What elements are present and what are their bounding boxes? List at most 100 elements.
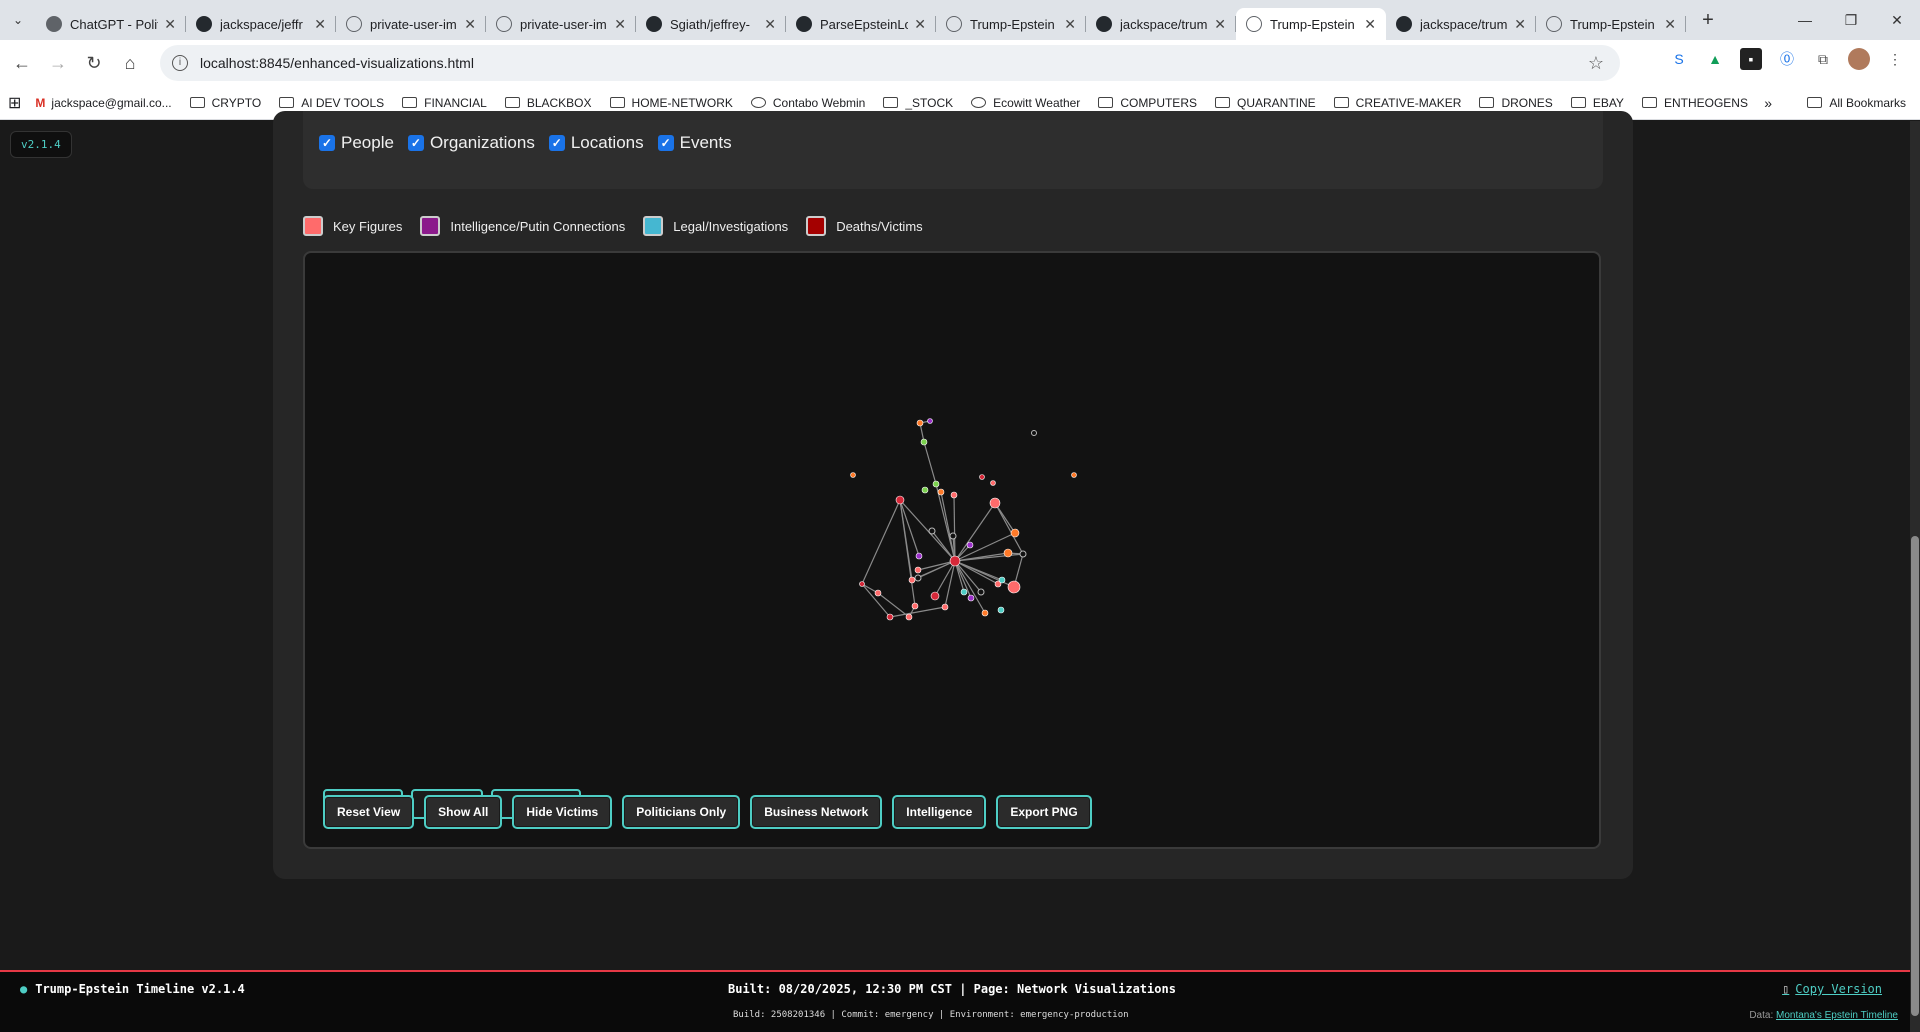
show-all-button[interactable]: Show All xyxy=(424,795,503,829)
tab-close-icon[interactable]: ✕ xyxy=(464,16,476,33)
tab-close-icon[interactable]: ✕ xyxy=(1064,16,1076,33)
page-scrollbar[interactable] xyxy=(1910,121,1920,1032)
home-icon[interactable]: ⌂ xyxy=(112,53,148,74)
graph-node[interactable] xyxy=(920,438,928,446)
bookmark-item[interactable]: QUARANTINE xyxy=(1214,96,1316,110)
filter-events[interactable]: ✓ Events xyxy=(657,133,732,153)
politicians-only-button[interactable]: Politicians Only xyxy=(622,795,741,829)
bookmark-item[interactable]: Contabo Webmin xyxy=(750,96,865,110)
extension-s-icon[interactable]: S xyxy=(1668,48,1690,70)
avatar[interactable] xyxy=(1848,48,1870,70)
tab-search-icon[interactable]: ⌄ xyxy=(0,0,36,40)
graph-node[interactable] xyxy=(1003,548,1013,558)
graph-node[interactable] xyxy=(930,591,940,601)
bookmark-item[interactable]: _STOCK xyxy=(883,96,953,110)
bookmark-item[interactable]: CREATIVE-MAKER xyxy=(1333,96,1461,110)
close-window-icon[interactable]: ✕ xyxy=(1874,0,1920,40)
new-tab-button[interactable]: + xyxy=(1694,9,1722,32)
bookmark-item[interactable]: Mjackspace@gmail.co... xyxy=(35,96,171,110)
copy-version-link[interactable]: ▯ Copy Version xyxy=(1782,982,1882,996)
graph-node[interactable] xyxy=(941,603,949,611)
browser-tab[interactable]: Trump-Epstein ✕ xyxy=(1536,8,1686,40)
graph-node[interactable] xyxy=(937,488,945,496)
bookmark-item[interactable]: Ecowitt Weather xyxy=(971,96,1080,110)
checkbox[interactable]: ✓ xyxy=(657,135,674,151)
browser-tab[interactable]: private-user-im ✕ xyxy=(486,8,636,40)
address-bar[interactable]: i localhost:8845/enhanced-visualizations… xyxy=(160,45,1620,81)
tab-close-icon[interactable]: ✕ xyxy=(1214,16,1226,33)
graph-node[interactable] xyxy=(914,566,922,574)
checkbox[interactable]: ✓ xyxy=(548,135,565,151)
bookmark-item[interactable]: BLACKBOX xyxy=(504,96,592,110)
tab-close-icon[interactable]: ✕ xyxy=(1514,16,1526,33)
minimize-icon[interactable]: — xyxy=(1782,0,1828,40)
tab-close-icon[interactable]: ✕ xyxy=(1664,16,1676,33)
graph-node[interactable] xyxy=(921,486,929,494)
checkbox[interactable]: ✓ xyxy=(407,135,424,151)
menu-kebab-icon[interactable]: ⋮ xyxy=(1884,48,1906,70)
network-graph-svg[interactable] xyxy=(305,253,1601,849)
reset-view-button[interactable]: Reset View xyxy=(323,795,415,829)
tab-close-icon[interactable]: ✕ xyxy=(764,16,776,33)
graph-node[interactable] xyxy=(967,594,975,602)
forward-icon[interactable]: → xyxy=(40,53,76,74)
graph-node[interactable] xyxy=(914,574,922,582)
graph-node[interactable] xyxy=(979,474,985,480)
back-icon[interactable]: ← xyxy=(4,53,40,74)
hide-victims-button[interactable]: Hide Victims xyxy=(512,795,613,829)
bookmark-item[interactable]: ENTHEOGENS xyxy=(1641,96,1748,110)
browser-tab[interactable]: Trump-Epstein ✕ xyxy=(1236,8,1386,40)
graph-node[interactable] xyxy=(932,480,940,488)
graph-node[interactable] xyxy=(981,609,989,617)
bookmark-item[interactable]: DRONES xyxy=(1479,96,1553,110)
bookmark-item[interactable]: CRYPTO xyxy=(189,96,261,110)
graph-node[interactable] xyxy=(911,602,919,610)
browser-tab[interactable]: Trump-Epstein ✕ xyxy=(936,8,1086,40)
graph-node[interactable] xyxy=(1031,430,1037,436)
browser-tab[interactable]: ChatGPT - Polit ✕ xyxy=(36,8,186,40)
browser-tab[interactable]: ParseEpsteinLo ✕ xyxy=(786,8,936,40)
graph-node[interactable] xyxy=(874,589,882,597)
graph-node[interactable] xyxy=(916,419,924,427)
checkbox[interactable]: ✓ xyxy=(319,135,335,151)
graph-node[interactable] xyxy=(949,555,961,567)
graph-node[interactable] xyxy=(997,606,1005,614)
graph-node[interactable] xyxy=(989,497,1001,509)
graph-node[interactable] xyxy=(960,588,968,596)
drive-icon[interactable]: ▲ xyxy=(1704,48,1726,70)
graph-node[interactable] xyxy=(859,581,865,587)
reload-icon[interactable]: ↻ xyxy=(76,53,112,74)
all-bookmarks-button[interactable]: All Bookmarks xyxy=(1807,96,1906,110)
apps-grid-icon[interactable]: ⊞ xyxy=(8,93,21,113)
tab-close-icon[interactable]: ✕ xyxy=(1364,16,1376,33)
password-manager-icon[interactable]: ⓪ xyxy=(1776,48,1798,70)
browser-tab[interactable]: jackspace/jeffr ✕ xyxy=(186,8,336,40)
tab-close-icon[interactable]: ✕ xyxy=(314,16,326,33)
graph-node[interactable] xyxy=(927,418,933,424)
bookmark-item[interactable]: AI DEV TOOLS xyxy=(279,96,384,110)
data-source-link[interactable]: Montana's Epstein Timeline xyxy=(1776,1010,1898,1021)
graph-node[interactable] xyxy=(905,613,913,621)
graph-node[interactable] xyxy=(966,541,974,549)
bookmark-item[interactable]: HOME-NETWORK xyxy=(609,96,733,110)
browser-tab[interactable]: private-user-im ✕ xyxy=(336,8,486,40)
graph-node[interactable] xyxy=(949,532,957,540)
bookmark-star-icon[interactable]: ☆ xyxy=(1588,53,1604,74)
restore-icon[interactable]: ❐ xyxy=(1828,0,1874,40)
graph-node[interactable] xyxy=(950,491,958,499)
bookmark-item[interactable]: COMPUTERS xyxy=(1098,96,1197,110)
graph-node[interactable] xyxy=(1010,528,1020,538)
filter-organizations[interactable]: ✓ Organizations xyxy=(407,133,535,153)
graph-node[interactable] xyxy=(990,480,996,486)
extension-dark-icon[interactable]: ▪ xyxy=(1740,48,1762,70)
graph-node[interactable] xyxy=(1019,550,1027,558)
intelligence-button[interactable]: Intelligence xyxy=(892,795,987,829)
tab-close-icon[interactable]: ✕ xyxy=(164,16,176,33)
tab-close-icon[interactable]: ✕ xyxy=(914,16,926,33)
graph-node[interactable] xyxy=(908,576,916,584)
graph-node[interactable] xyxy=(998,576,1006,584)
browser-tab[interactable]: jackspace/trum ✕ xyxy=(1086,8,1236,40)
business-network-button[interactable]: Business Network xyxy=(750,795,883,829)
graph-node[interactable] xyxy=(915,552,923,560)
graph-node[interactable] xyxy=(850,472,856,478)
